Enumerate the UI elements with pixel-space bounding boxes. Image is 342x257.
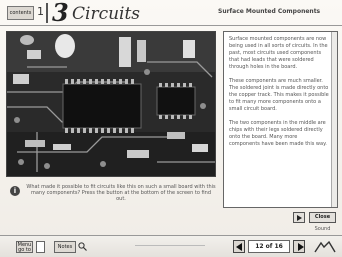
header: contents 1 3 Circuits Surface Mounted Co… <box>0 0 342 26</box>
text-panel: Surface mounted components are now being… <box>223 31 338 208</box>
circuit-board-photo <box>6 31 216 177</box>
play-button[interactable] <box>293 212 305 223</box>
text-scrollbar[interactable] <box>331 32 337 207</box>
application-window: contents 1 3 Circuits Surface Mounted Co… <box>0 0 342 257</box>
contents-button[interactable]: contents <box>7 6 34 20</box>
section-title: Surface Mounted Components <box>218 8 321 15</box>
text-paragraph: The two components in the middle are chi… <box>229 120 327 147</box>
next-page-button[interactable] <box>293 240 305 253</box>
search-icon[interactable] <box>78 242 87 251</box>
tools-button[interactable] <box>313 240 337 254</box>
chapter-title: Circuits <box>72 4 141 24</box>
sound-label: Sound <box>314 226 331 232</box>
header-divider <box>46 3 48 23</box>
play-icon <box>297 215 302 221</box>
menu-label-line2: go to <box>18 247 31 253</box>
header-underline <box>0 25 342 26</box>
menu-button[interactable]: Menu go to <box>16 241 33 253</box>
page-box[interactable] <box>36 241 45 253</box>
pen-icon <box>314 240 336 253</box>
arrow-right-icon <box>298 243 304 251</box>
text-paragraph: These components are much smaller. The s… <box>229 78 329 112</box>
footer-toolbar: Menu go to Notes 12 of 16 <box>0 235 342 257</box>
notes-button[interactable]: Notes <box>54 241 76 253</box>
text-body: Surface mounted components are now being… <box>229 36 329 155</box>
close-button[interactable]: Close <box>309 212 336 223</box>
page-counter: 12 of 16 <box>248 240 290 253</box>
chapter-digit: 1 <box>37 5 44 18</box>
arrow-left-icon <box>236 243 242 251</box>
circuit-board-image <box>7 32 215 176</box>
chapter-number: 3 <box>52 0 69 27</box>
info-icon: i <box>10 186 20 196</box>
previous-page-button[interactable] <box>233 240 245 253</box>
text-paragraph: Surface mounted components are now being… <box>229 36 328 70</box>
footer-divider <box>135 245 205 248</box>
caption-text: What made it possible to fit circuits li… <box>26 184 216 202</box>
photo-caption: i What made it possible to fit circuits … <box>10 184 218 212</box>
